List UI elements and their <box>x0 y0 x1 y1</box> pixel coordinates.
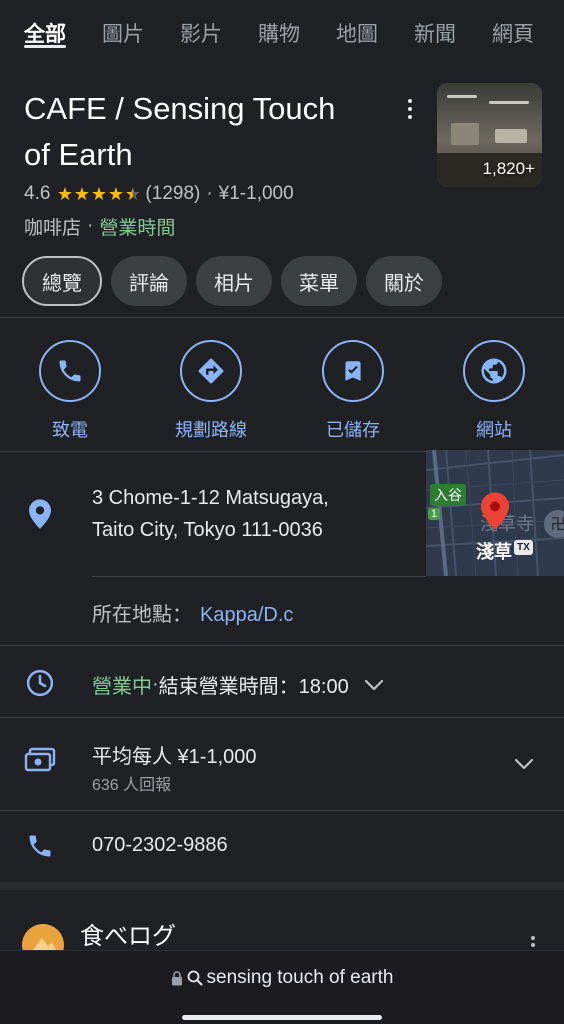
hours-row[interactable]: 營業中 · 結束營業時間：18:00 <box>92 670 385 699</box>
place-title: CAFE / Sensing Touch of Earth <box>24 86 404 178</box>
map-thumbnail[interactable]: 卍 入谷 1 淺草寺 淺草 TX <box>426 450 564 576</box>
svg-text:卍: 卍 <box>550 515 564 533</box>
globe-icon <box>463 340 525 402</box>
place-category: 咖啡店 <box>24 217 82 239</box>
divider <box>0 645 564 646</box>
price-per-person: 平均每人 ¥1-1,000 <box>92 746 257 768</box>
directions-button[interactable]: 規劃路線 <box>151 340 271 442</box>
money-icon <box>24 744 56 776</box>
star-icon: ★ <box>73 183 90 204</box>
category-row: 咖啡店 · 營業時間 <box>24 212 175 240</box>
bookmark-check-icon <box>322 340 384 402</box>
chip-menu[interactable]: 菜單 <box>281 256 357 306</box>
half-star-icon: ★ <box>124 183 141 204</box>
url-text: sensing touch of earth <box>206 967 394 988</box>
located-in-label: 所在地點： <box>92 604 192 626</box>
map-route-badge: 1 <box>428 508 441 520</box>
address-line1: 3 Chome-1-12 Matsugaya, <box>92 487 329 509</box>
more-options-icon[interactable] <box>400 94 420 124</box>
map-label-station: 入谷 <box>430 484 466 506</box>
tab-shopping[interactable]: 購物 <box>258 0 300 50</box>
address-text[interactable]: 3 Chome-1-12 Matsugaya, Taito City, Toky… <box>92 482 412 546</box>
open-status: 營業中 <box>92 676 152 698</box>
tab-videos[interactable]: 影片 <box>180 0 222 50</box>
hours-link[interactable]: 營業時間 <box>99 213 175 240</box>
phone-icon <box>39 340 101 402</box>
website-label: 網站 <box>476 420 512 440</box>
location-pin-icon <box>24 498 56 530</box>
divider <box>0 717 564 718</box>
tab-images[interactable]: 圖片 <box>102 0 144 50</box>
call-button[interactable]: 致電 <box>10 340 130 442</box>
star-icon: ★ <box>107 183 124 204</box>
saved-label: 已儲存 <box>326 420 380 440</box>
star-icon: ★ <box>90 183 107 204</box>
phone-icon <box>24 830 56 862</box>
price-range: ¥1-1,000 <box>218 183 294 204</box>
located-in-row: 所在地點： Kappa/D.c <box>92 598 293 627</box>
chip-about[interactable]: 關於 <box>366 256 442 306</box>
chevron-down-icon[interactable] <box>513 753 535 775</box>
tab-all[interactable]: 全部 <box>24 0 66 50</box>
website-button[interactable]: 網站 <box>434 340 554 442</box>
source-name[interactable]: 食べログ <box>80 916 176 951</box>
rating-value: 4.6 <box>24 183 51 204</box>
address-bar[interactable]: sensing touch of earth <box>0 967 564 989</box>
directions-icon <box>180 340 242 402</box>
star-rating: ★ ★ ★ ★ ★ <box>56 184 141 205</box>
map-label-asakusa: 淺草 <box>476 542 512 562</box>
map-label-tx: TX <box>514 540 533 555</box>
divider <box>0 810 564 811</box>
section-separator <box>0 882 564 890</box>
search-type-tabs: 全部 圖片 影片 購物 地圖 新聞 網頁 <box>0 0 564 62</box>
address-line2: Taito City, Tokyo 111-0036 <box>92 519 323 541</box>
chip-reviews[interactable]: 評論 <box>111 256 187 306</box>
divider <box>0 317 564 318</box>
phone-number[interactable]: 070-2302-9886 <box>92 834 228 857</box>
call-label: 致電 <box>52 420 88 440</box>
review-count[interactable]: (1298) <box>145 183 200 205</box>
clock-icon <box>24 667 56 699</box>
divider <box>92 576 426 577</box>
star-icon: ★ <box>56 183 73 204</box>
search-icon <box>187 970 203 986</box>
rating-row: 4.6 ★ ★ ★ ★ ★ (1298) · ¥1-1,000 <box>24 183 294 205</box>
place-photo-thumbnail[interactable]: 1,820+ <box>437 83 542 187</box>
section-chips: 總覽 評論 相片 菜單 關於 <box>22 256 442 308</box>
photo-count: 1,820+ <box>482 159 535 178</box>
price-report-count: 636 人回報 <box>92 777 172 794</box>
chip-overview[interactable]: 總覽 <box>22 256 102 306</box>
browser-bottom-bar: sensing touch of earth <box>0 950 564 1024</box>
chevron-down-icon[interactable] <box>363 674 385 696</box>
home-indicator[interactable] <box>182 1015 382 1020</box>
directions-label: 規劃路線 <box>175 420 247 440</box>
tab-news[interactable]: 新聞 <box>414 0 456 50</box>
map-pin-icon <box>481 492 509 535</box>
lock-icon <box>171 970 183 986</box>
chip-photos[interactable]: 相片 <box>196 256 272 306</box>
saved-button[interactable]: 已儲存 <box>293 340 413 442</box>
located-in-link[interactable]: Kappa/D.c <box>200 604 293 626</box>
place-title-line1: CAFE / Sensing Touch <box>24 91 336 126</box>
tab-web[interactable]: 網頁 <box>492 0 534 50</box>
place-title-line2: of Earth <box>24 137 133 172</box>
tab-maps[interactable]: 地圖 <box>336 0 378 50</box>
closing-time: 結束營業時間：18:00 <box>158 676 349 698</box>
